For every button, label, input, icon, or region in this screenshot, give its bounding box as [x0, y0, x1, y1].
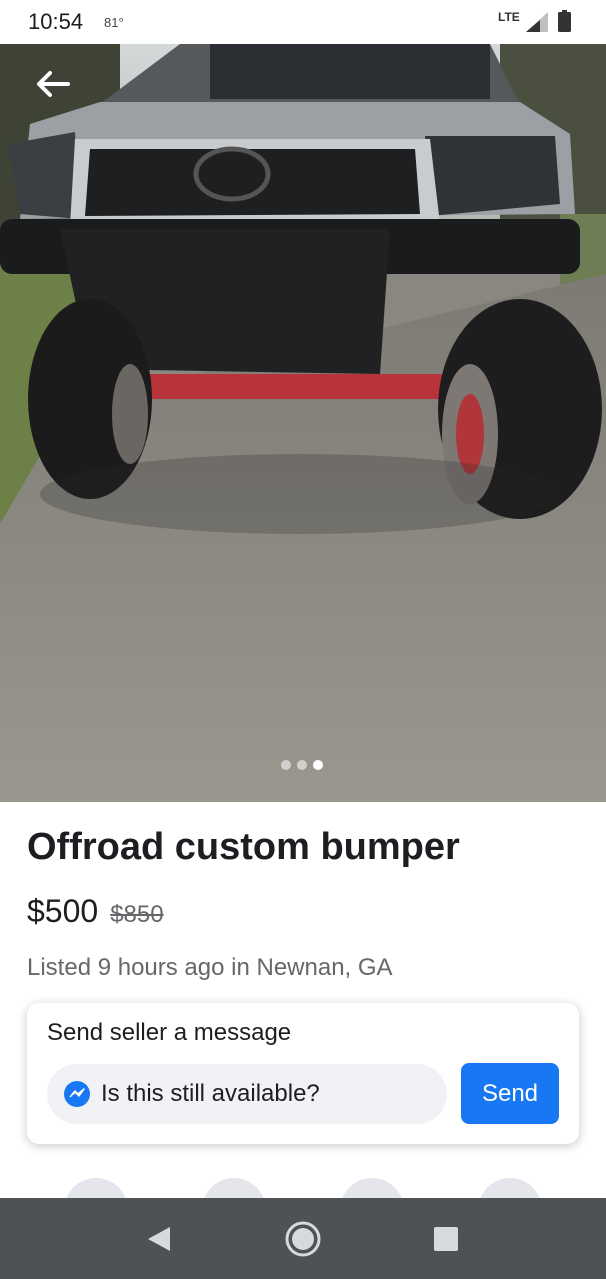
messenger-icon	[64, 1081, 90, 1107]
signal-icon	[526, 12, 548, 32]
nav-back-icon[interactable]	[146, 1226, 172, 1252]
back-arrow-icon[interactable]	[34, 66, 74, 102]
bumper-photo	[0, 44, 606, 802]
status-temperature: 81°	[104, 15, 124, 30]
listing-meta: Listed 9 hours ago in Newnan, GA	[27, 954, 393, 981]
network-type: LTE	[498, 10, 520, 24]
pagination-dot-active[interactable]	[313, 760, 323, 770]
card-title: Send seller a message	[47, 1019, 292, 1046]
listing-photo[interactable]	[0, 44, 606, 802]
nav-home-icon[interactable]	[284, 1220, 322, 1258]
pagination-dot[interactable]	[281, 760, 291, 770]
battery-icon	[558, 10, 571, 32]
message-input-text: Is this still available?	[101, 1080, 320, 1107]
current-price: $500	[27, 893, 99, 929]
pagination-dot[interactable]	[297, 760, 307, 770]
nav-recents-icon[interactable]	[433, 1226, 459, 1252]
status-bar: 10:54 81° LTE	[0, 0, 606, 44]
original-price: $850	[110, 901, 164, 928]
message-seller-card: Send seller a message Is this still avai…	[27, 1003, 579, 1144]
status-time: 10:54	[28, 9, 84, 34]
send-button[interactable]: Send	[461, 1063, 559, 1124]
price-row: $500 $850	[27, 893, 164, 930]
message-input[interactable]: Is this still available?	[47, 1064, 447, 1124]
image-pagination	[281, 760, 323, 772]
listing-title: Offroad custom bumper	[27, 826, 460, 868]
